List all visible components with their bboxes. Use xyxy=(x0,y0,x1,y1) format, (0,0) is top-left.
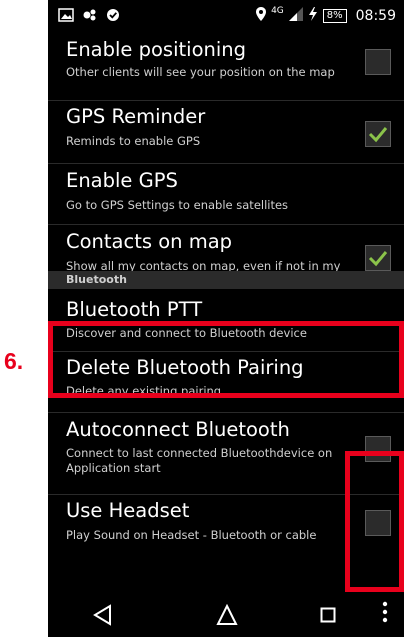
navigation-bar xyxy=(48,593,404,637)
charging-icon xyxy=(308,7,318,25)
section-header-bluetooth: Bluetooth xyxy=(48,271,404,289)
overflow-menu-icon[interactable] xyxy=(382,601,388,627)
annotation-highlight-checkboxes xyxy=(345,451,404,592)
setting-enable-gps[interactable]: Enable GPS Go to GPS Settings to enable … xyxy=(48,164,404,224)
sync-icon xyxy=(106,7,120,26)
check-icon xyxy=(368,127,388,143)
app-notification-icon xyxy=(82,7,98,26)
setting-title: GPS Reminder xyxy=(66,105,206,128)
setting-gps-reminder[interactable]: GPS Reminder Reminds to enable GPS xyxy=(48,101,404,161)
annotation-step-label: 6. xyxy=(4,348,24,374)
home-icon[interactable] xyxy=(216,603,238,630)
network-type: 4G xyxy=(271,6,284,16)
status-bar-system: 4G 8% 08:59 xyxy=(256,6,396,26)
gps-reminder-checkbox[interactable] xyxy=(365,121,391,147)
setting-title: Bluetooth PTT xyxy=(66,298,203,321)
battery-indicator: 8% xyxy=(322,9,347,23)
setting-enable-positioning[interactable]: Enable positioning Other clients will se… xyxy=(48,32,404,88)
status-bar-notifications xyxy=(58,6,120,26)
check-icon xyxy=(368,251,388,267)
setting-subtitle: Other clients will see your position on … xyxy=(66,65,335,79)
setting-subtitle: Connect to last connected Bluetoothdevic… xyxy=(66,446,333,475)
location-icon xyxy=(256,7,267,25)
recents-icon[interactable] xyxy=(320,607,336,627)
setting-subtitle: Play Sound on Headset - Bluetooth or cab… xyxy=(66,528,317,542)
annotation-highlight-bluetooth-ptt xyxy=(48,321,404,398)
contacts-on-map-checkbox[interactable] xyxy=(365,245,391,271)
clock: 08:59 xyxy=(355,8,396,24)
setting-title: Contacts on map xyxy=(66,230,233,253)
setting-title: Use Headset xyxy=(66,499,190,522)
back-icon[interactable] xyxy=(93,604,113,630)
setting-title: Enable positioning xyxy=(66,38,247,61)
setting-title: Autoconnect Bluetooth xyxy=(66,418,290,441)
gallery-icon xyxy=(58,7,74,26)
section-header-label: Bluetooth xyxy=(66,273,127,286)
status-bar: 4G 8% 08:59 xyxy=(48,0,404,32)
enable-positioning-checkbox[interactable] xyxy=(365,49,391,75)
setting-subtitle: Reminds to enable GPS xyxy=(66,134,201,148)
setting-subtitle: Go to GPS Settings to enable satellites xyxy=(66,198,289,212)
setting-title: Enable GPS xyxy=(66,169,178,192)
signal-icon xyxy=(288,7,303,25)
